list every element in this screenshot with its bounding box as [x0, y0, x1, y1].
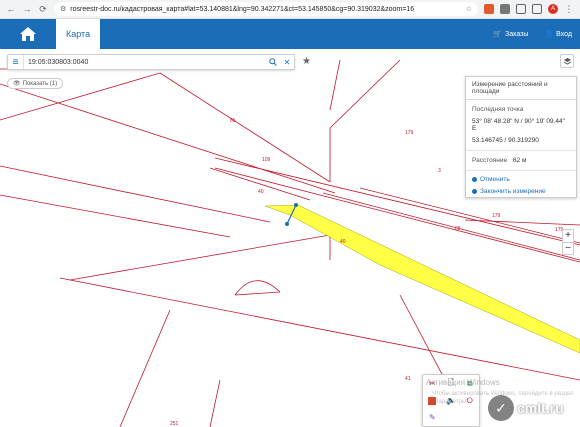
finish-link[interactable]: Закончить измерение [466, 188, 576, 195]
reload-icon[interactable]: ⟳ [38, 4, 48, 14]
cancel-label: Отменить [480, 176, 510, 183]
search-input[interactable] [24, 58, 266, 66]
puzzle-icon[interactable] [516, 4, 526, 14]
user-icon: 👤 [544, 31, 554, 38]
coords-dms: 53° 08' 48.28" N / 90° 19' 09.44" E [472, 118, 565, 132]
brand-icon: ✓ [488, 395, 514, 421]
extension-icon[interactable] [500, 4, 510, 14]
forward-icon[interactable]: → [22, 4, 32, 14]
login-label: Вход [556, 30, 572, 38]
extension-icon[interactable] [484, 4, 494, 14]
tab-map[interactable]: Карта [56, 19, 101, 49]
measure-title: Измерение расстояний и площади [466, 77, 576, 100]
back-icon[interactable]: ← [6, 4, 16, 14]
login-button[interactable]: 👤 Вход [536, 19, 580, 49]
distance-row: Расстояние 62 м [466, 157, 576, 164]
map-label: 40 [340, 239, 346, 245]
orders-button[interactable]: 🛒 Заказы [485, 19, 536, 49]
coords-decimal: 53.146745 / 90.319290 [472, 137, 539, 144]
map-label: 65 [455, 226, 461, 232]
map-label: 179 [405, 130, 414, 136]
cart-icon: 🛒 [493, 31, 503, 38]
home-icon [20, 27, 36, 41]
brand-text: cmlt.ru [517, 400, 564, 416]
pencil-icon[interactable]: ✎ [423, 409, 442, 426]
last-point-label: Последняя точка [472, 106, 524, 113]
search-icon[interactable] [266, 55, 280, 69]
layers-button[interactable] [560, 54, 574, 68]
address-bar[interactable]: ⚙ rosreestr-doc.ru/кадастровая_карта#lat… [54, 2, 478, 16]
url-text: rosreestr-doc.ru/кадастровая_карта#lat=5… [70, 5, 415, 13]
zoom-in-button[interactable]: + [563, 230, 573, 243]
empty-slot [442, 409, 461, 426]
map-label: 40 [258, 189, 264, 195]
app-header: Карта 🛒 Заказы 👤 Вход [0, 19, 580, 49]
close-icon[interactable]: ✕ [280, 55, 294, 69]
eye-icon: 👁 [13, 81, 21, 87]
map-label: 41 [405, 376, 411, 382]
distance-label: Расстояние [472, 157, 508, 164]
finish-label: Закончить измерение [480, 188, 546, 195]
avatar[interactable]: А [548, 4, 558, 14]
browser-toolbar: ← → ⟳ ⚙ rosreestr-doc.ru/кадастровая_кар… [0, 0, 580, 19]
brand-logo: ✓ cmlt.ru [488, 393, 578, 423]
measure-panel: Измерение расстояний и площади Последняя… [465, 76, 577, 198]
map-label: 251 [170, 421, 179, 427]
map-label: 109 [262, 157, 271, 163]
star-icon[interactable]: ★ [302, 56, 311, 67]
layers-icon [563, 57, 571, 65]
site-info-icon[interactable]: ⚙ [60, 5, 66, 13]
zoom-control: + − [562, 229, 574, 255]
map-label: 179 [492, 213, 501, 219]
show-results-label: Показать (1) [22, 80, 58, 87]
map-label: 3 [438, 168, 441, 174]
bullet-icon [472, 189, 477, 194]
bookmark-star-icon[interactable]: ☆ [466, 5, 472, 13]
menu-icon[interactable]: ≡ [8, 55, 24, 69]
orders-label: Заказы [505, 30, 529, 38]
map-label: 65 [230, 118, 236, 124]
cancel-link[interactable]: Отменить [466, 176, 576, 183]
search-bar: ≡ ✕ [7, 54, 295, 70]
distance-value: 62 м [512, 157, 527, 164]
home-button[interactable] [0, 19, 56, 49]
bullet-icon [472, 177, 477, 182]
sidebar-icon[interactable] [532, 4, 542, 14]
show-results-button[interactable]: 👁 Показать (1) [7, 78, 64, 89]
menu-dots-icon[interactable]: ⋮ [564, 4, 574, 14]
empty-slot [460, 409, 479, 426]
zoom-out-button[interactable]: − [563, 243, 573, 255]
